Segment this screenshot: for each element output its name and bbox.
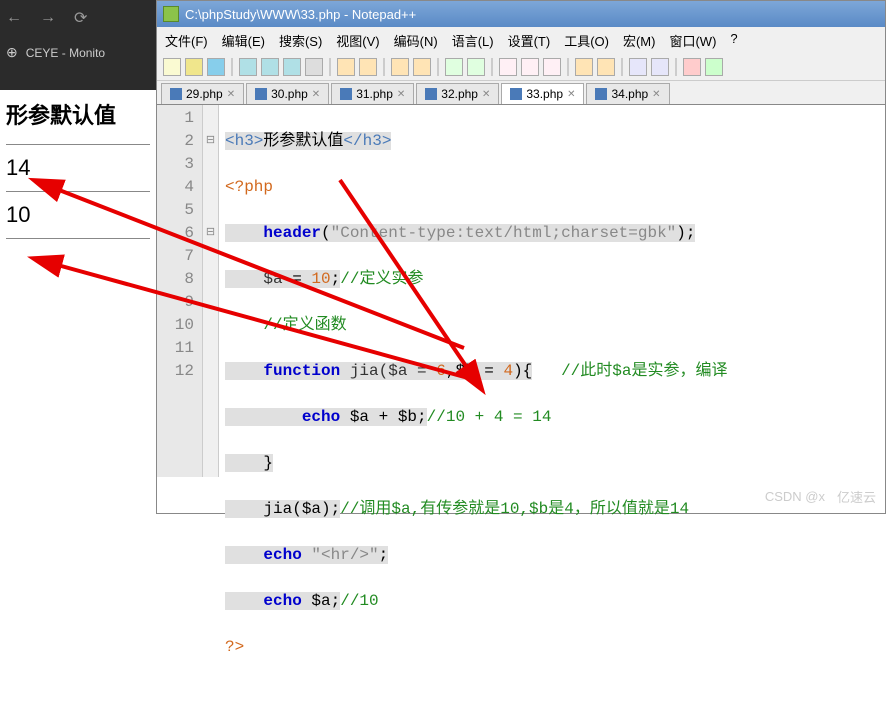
chars-icon[interactable] bbox=[521, 58, 539, 76]
redo-icon[interactable] bbox=[359, 58, 377, 76]
sep bbox=[621, 58, 623, 76]
tab-30[interactable]: 30.php✕ bbox=[246, 83, 329, 104]
tab-32[interactable]: 32.php✕ bbox=[416, 83, 499, 104]
replace-icon[interactable] bbox=[413, 58, 431, 76]
paste-icon[interactable] bbox=[261, 58, 279, 76]
forward-icon[interactable]: → bbox=[40, 9, 56, 27]
disk-icon bbox=[340, 88, 352, 100]
yisu-mark: 亿速云 bbox=[837, 487, 876, 506]
tab-title: CEYE - Monito bbox=[26, 46, 105, 60]
play-icon[interactable] bbox=[705, 58, 723, 76]
menu-file[interactable]: 文件(F) bbox=[165, 31, 208, 50]
tab-33[interactable]: 33.php✕ bbox=[501, 83, 584, 104]
line-numbers: 123456789101112 bbox=[157, 105, 203, 477]
disk-icon bbox=[170, 88, 182, 100]
menu-language[interactable]: 语言(L) bbox=[452, 31, 494, 50]
indent-icon[interactable] bbox=[543, 58, 561, 76]
sep bbox=[329, 58, 331, 76]
close-icon[interactable]: ✕ bbox=[482, 89, 490, 100]
wrap-icon[interactable] bbox=[499, 58, 517, 76]
menu-view[interactable]: 视图(V) bbox=[336, 31, 379, 50]
app-icon bbox=[163, 6, 179, 22]
disk-icon bbox=[595, 88, 607, 100]
close-icon[interactable]: ✕ bbox=[312, 89, 320, 100]
output-1: 14 bbox=[6, 155, 150, 181]
menu-encoding[interactable]: 编码(N) bbox=[394, 31, 438, 50]
browser-tab[interactable]: ⊕ CEYE - Monito bbox=[0, 36, 156, 69]
titlebar: C:\phpStudy\WWW\33.php - Notepad++ bbox=[157, 1, 885, 27]
reload-icon[interactable]: ⟳ bbox=[74, 8, 87, 28]
notepadpp-window: C:\phpStudy\WWW\33.php - Notepad++ 文件(F)… bbox=[156, 0, 886, 514]
zoom-out-icon[interactable] bbox=[467, 58, 485, 76]
close-icon[interactable]: ✕ bbox=[652, 89, 660, 100]
sep bbox=[675, 58, 677, 76]
close-icon[interactable]: ✕ bbox=[227, 89, 235, 100]
find-icon[interactable] bbox=[391, 58, 409, 76]
browser-viewport: 形参默认值 14 10 bbox=[0, 90, 156, 257]
hr-mid bbox=[6, 191, 150, 192]
sep bbox=[491, 58, 493, 76]
undo-icon[interactable] bbox=[337, 58, 355, 76]
menu-macro[interactable]: 宏(M) bbox=[623, 31, 656, 50]
browser-chrome: ← → ⟳ ⊕ CEYE - Monito bbox=[0, 0, 156, 90]
tab-31[interactable]: 31.php✕ bbox=[331, 83, 414, 104]
copy-icon[interactable] bbox=[239, 58, 257, 76]
code-area[interactable]: <h3>形参默认值</h3> <?php header("Content-typ… bbox=[219, 105, 885, 477]
monitor-icon[interactable] bbox=[651, 58, 669, 76]
disk-icon bbox=[425, 88, 437, 100]
save-icon[interactable] bbox=[207, 58, 225, 76]
editor[interactable]: 123456789101112 ⊟ ⊟ <h3>形参默认值</h3> <?php… bbox=[157, 105, 885, 477]
new-icon[interactable] bbox=[163, 58, 181, 76]
menu-settings[interactable]: 设置(T) bbox=[508, 31, 551, 50]
fold-gutter[interactable]: ⊟ ⊟ bbox=[203, 105, 219, 477]
close-icon[interactable]: ✕ bbox=[397, 89, 405, 100]
globe-icon: ⊕ bbox=[6, 44, 18, 61]
print-icon[interactable] bbox=[305, 58, 323, 76]
hr-top bbox=[6, 144, 150, 145]
sep bbox=[383, 58, 385, 76]
close-icon[interactable]: ✕ bbox=[567, 89, 575, 100]
zoom-in-icon[interactable] bbox=[445, 58, 463, 76]
open-icon[interactable] bbox=[185, 58, 203, 76]
watermark: CSDN @x 亿速云 bbox=[765, 487, 876, 506]
back-icon[interactable]: ← bbox=[6, 9, 22, 27]
menu-help[interactable]: ? bbox=[730, 31, 737, 50]
cut-icon[interactable] bbox=[283, 58, 301, 76]
browser-nav-bar: ← → ⟳ bbox=[0, 0, 156, 36]
sep bbox=[567, 58, 569, 76]
menu-window[interactable]: 窗口(W) bbox=[669, 31, 716, 50]
menubar: 文件(F) 编辑(E) 搜索(S) 视图(V) 编码(N) 语言(L) 设置(T… bbox=[157, 27, 885, 54]
toolbar bbox=[157, 54, 885, 81]
page-heading: 形参默认值 bbox=[6, 98, 150, 130]
menu-search[interactable]: 搜索(S) bbox=[279, 31, 322, 50]
csdn-mark: CSDN @x bbox=[765, 489, 825, 504]
sep bbox=[437, 58, 439, 76]
disk-icon bbox=[510, 88, 522, 100]
tab-29[interactable]: 29.php✕ bbox=[161, 83, 244, 104]
hr-bot bbox=[6, 238, 150, 239]
file-tabs: 29.php✕ 30.php✕ 31.php✕ 32.php✕ 33.php✕ … bbox=[157, 81, 885, 105]
menu-tools[interactable]: 工具(O) bbox=[564, 31, 609, 50]
folder-icon[interactable] bbox=[575, 58, 593, 76]
tab-34[interactable]: 34.php✕ bbox=[586, 83, 669, 104]
doc-icon[interactable] bbox=[629, 58, 647, 76]
record-icon[interactable] bbox=[683, 58, 701, 76]
disk-icon bbox=[255, 88, 267, 100]
menu-edit[interactable]: 编辑(E) bbox=[222, 31, 265, 50]
func-icon[interactable] bbox=[597, 58, 615, 76]
sep bbox=[231, 58, 233, 76]
window-title: C:\phpStudy\WWW\33.php - Notepad++ bbox=[185, 7, 416, 22]
output-2: 10 bbox=[6, 202, 150, 228]
